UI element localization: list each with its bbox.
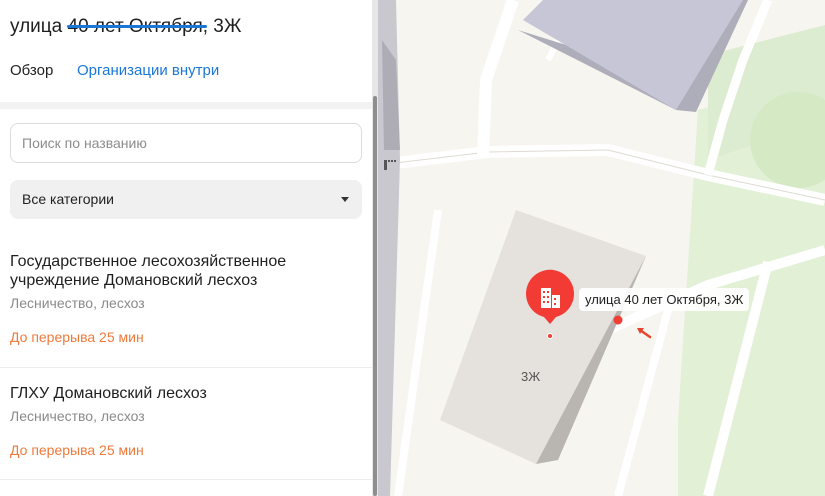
entrance-marker [613, 315, 623, 325]
road [614, 308, 672, 496]
active-tab-indicator [67, 25, 207, 28]
organization-item[interactable]: ГЛХУ Домановский лесхоз Лесничество, лес… [0, 368, 372, 480]
map-canvas [378, 0, 825, 496]
map-view[interactable]: 3Ж улица 40 лет Октября, 3Ж [378, 0, 825, 496]
road [477, 0, 519, 156]
category-dropdown[interactable]: Все категории [10, 180, 362, 219]
scrollbar-thumb[interactable] [373, 96, 377, 496]
category-dropdown-label: Все категории [22, 191, 114, 207]
organization-item[interactable]: Государственное лесохозяйственное учрежд… [0, 244, 372, 368]
search-input[interactable] [10, 123, 362, 163]
road [394, 209, 442, 496]
tab-overview[interactable]: Обзор [10, 62, 53, 79]
left-panel: улица 40 лет Октября, 3Ж Обзор Организац… [0, 0, 372, 496]
tab-organizations-inside[interactable]: Организации внутри [77, 62, 219, 79]
tab-bar: Обзор Организации внутри [10, 62, 370, 94]
section-divider [0, 102, 372, 109]
pin-dot [548, 334, 552, 338]
caret-down-icon [341, 197, 349, 202]
organization-category: Лесничество, лесхоз [10, 295, 145, 311]
building-number-label: 3Ж [521, 369, 541, 384]
organization-name[interactable]: ГЛХУ Домановский лесхоз [10, 384, 330, 403]
address-map-label[interactable]: улица 40 лет Октября, 3Ж [579, 288, 750, 311]
organization-name[interactable]: Государственное лесохозяйственное учрежд… [10, 252, 330, 290]
organization-category: Лесничество, лесхоз [10, 408, 145, 424]
organization-hours-status: До перерыва 25 мин [10, 442, 144, 458]
organization-hours-status: До перерыва 25 мин [10, 329, 144, 345]
building [440, 210, 646, 464]
